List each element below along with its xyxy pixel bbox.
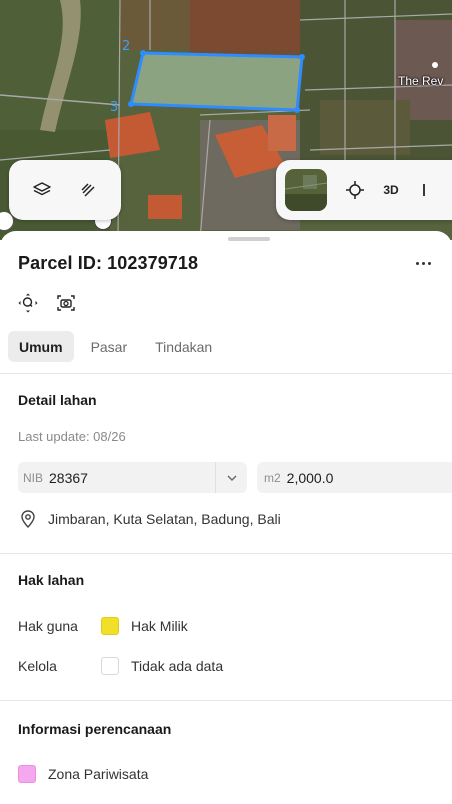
zoom-to-parcel-button[interactable] xyxy=(14,291,42,315)
sheet-drag-handle[interactable] xyxy=(228,237,270,241)
zone-swatch xyxy=(18,765,36,783)
area-field[interactable]: m2 2,000.0 xyxy=(257,462,452,493)
divider xyxy=(0,700,452,701)
divider xyxy=(0,373,452,374)
color-swatch xyxy=(101,617,119,635)
satellite-icon xyxy=(285,169,327,211)
more-options-button[interactable] xyxy=(408,252,438,274)
panel-edge-icon xyxy=(423,184,425,196)
selected-parcel[interactable] xyxy=(131,53,302,110)
nib-value: 28367 xyxy=(49,469,88,486)
more-icon xyxy=(415,261,419,265)
rights-value: Tidak ada data xyxy=(131,658,224,674)
section-title-planning: Informasi perencanaan xyxy=(18,721,172,737)
tab-tindakan[interactable]: Tindakan xyxy=(144,331,223,362)
location-text: Jimbaran, Kuta Selatan, Badung, Bali xyxy=(48,511,281,527)
chevron-down-icon xyxy=(227,475,236,481)
location-pin-icon xyxy=(21,510,35,528)
color-swatch xyxy=(101,657,119,675)
3d-toggle-button[interactable]: 3D xyxy=(373,172,409,208)
tab-pasar[interactable]: Pasar xyxy=(80,331,139,362)
location-row: Jimbaran, Kuta Selatan, Badung, Bali xyxy=(18,509,281,529)
camera-icon xyxy=(57,295,75,311)
layers-button[interactable] xyxy=(24,172,60,208)
section-title-detail: Detail lahan xyxy=(18,392,97,408)
crosshair-icon xyxy=(346,181,364,199)
divider xyxy=(0,553,452,554)
screenshot-button[interactable] xyxy=(52,291,80,315)
parcel-vertex-label: 3 xyxy=(110,100,119,115)
locate-button[interactable] xyxy=(337,172,373,208)
parcel-detail-sheet: Parcel ID: 102379718 Umum Pasar Tindakan… xyxy=(0,231,452,804)
area-prefix: m2 xyxy=(264,470,281,485)
satellite-toggle[interactable] xyxy=(285,169,327,211)
nib-prefix: NIB xyxy=(23,470,44,485)
title-row: Parcel ID: 102379718 xyxy=(18,252,438,274)
rights-value: Hak Milik xyxy=(131,618,188,634)
rights-key: Hak guna xyxy=(18,618,78,634)
measure-icon xyxy=(81,183,95,197)
nib-field[interactable]: NIB 28367 xyxy=(18,462,215,493)
tab-umum[interactable]: Umum xyxy=(8,331,74,362)
page-title: Parcel ID: 102379718 xyxy=(18,252,199,273)
area-value: 2,000.0 xyxy=(286,469,334,486)
map-tools-panel xyxy=(9,160,121,220)
parcel-action-icons xyxy=(14,291,80,315)
section-title-rights: Hak lahan xyxy=(18,572,85,588)
rights-row-hak-guna: Hak guna Hak Milik xyxy=(18,617,188,635)
layers-icon xyxy=(33,182,51,196)
rights-row-kelola: Kelola Tidak ada data xyxy=(18,657,223,675)
last-update-text: Last update: 08/26 xyxy=(18,429,126,444)
zone-label: Zona Pariwisata xyxy=(48,766,149,782)
more-map-button[interactable] xyxy=(409,172,445,208)
nib-dropdown-button[interactable] xyxy=(215,462,247,493)
search-zoom-icon xyxy=(18,293,38,313)
satellite-map[interactable]: 2 3 The Rev 3D xyxy=(0,0,452,240)
measure-button[interactable] xyxy=(70,172,106,208)
planning-zone-row: Zona Pariwisata xyxy=(18,765,148,783)
tab-bar: Umum Pasar Tindakan xyxy=(8,331,223,362)
place-label[interactable]: The Rev xyxy=(398,74,443,88)
rights-key: Kelola xyxy=(18,658,57,674)
place-marker[interactable] xyxy=(432,62,438,68)
parcel-vertex-label: 2 xyxy=(122,39,131,54)
map-view-panel: 3D xyxy=(276,160,452,220)
